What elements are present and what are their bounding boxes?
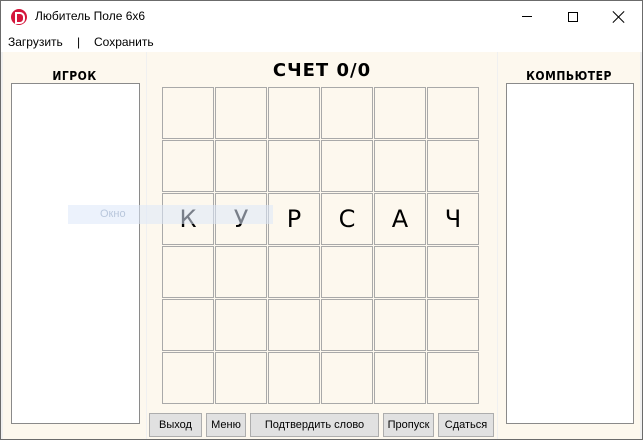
confirm-word-button[interactable]: Подтвердить слово (250, 413, 379, 437)
board-cell[interactable] (427, 299, 479, 351)
board-cell[interactable] (162, 299, 214, 351)
board-panel: СЧЕТ 0/0 КУРСАЧ Выход Меню Подтвердить с… (147, 52, 497, 439)
board-cell[interactable] (268, 246, 320, 298)
board-cell[interactable] (427, 140, 479, 192)
board-cell[interactable] (162, 246, 214, 298)
window-title: Любитель Поле 6x6 (35, 9, 146, 23)
board-cell[interactable] (427, 87, 479, 139)
board-cell[interactable] (215, 299, 267, 351)
menu-button[interactable]: Меню (206, 413, 246, 437)
ghost-window-label: Окно (68, 205, 273, 224)
computer-title: КОМПЬЮТЕР (526, 69, 612, 83)
client-area: ИГРОК СЧЕТ 0/0 КУРСАЧ Выход Меню Подтвер… (1, 52, 642, 439)
board-cell[interactable] (268, 140, 320, 192)
board-cell[interactable] (268, 87, 320, 139)
computer-panel: КОМПЬЮТЕР (498, 52, 640, 439)
board-cell[interactable] (374, 246, 426, 298)
close-button[interactable] (596, 1, 642, 32)
board-cell[interactable] (374, 87, 426, 139)
board-cell[interactable] (427, 246, 479, 298)
board-cell[interactable] (268, 299, 320, 351)
maximize-icon (568, 11, 578, 22)
give-up-button[interactable]: Сдаться (438, 413, 494, 437)
menu-save[interactable]: Сохранить (94, 35, 154, 49)
board-cell[interactable] (374, 352, 426, 404)
computer-word-list[interactable] (506, 83, 634, 424)
exit-button[interactable]: Выход (149, 413, 202, 437)
board-cell[interactable] (321, 352, 373, 404)
game-board: КУРСАЧ (162, 87, 479, 404)
title-bar[interactable]: Любитель Поле 6x6 (1, 1, 642, 32)
board-cell[interactable]: С (321, 193, 373, 245)
menu-load[interactable]: Загрузить (8, 35, 63, 49)
board-cell[interactable] (162, 352, 214, 404)
board-cell[interactable] (215, 352, 267, 404)
board-cell[interactable]: Ч (427, 193, 479, 245)
board-cell[interactable] (321, 246, 373, 298)
close-icon (613, 11, 625, 23)
action-buttons: Выход Меню Подтвердить слово Пропуск Сда… (149, 413, 495, 437)
board-cell[interactable] (215, 87, 267, 139)
skip-button[interactable]: Пропуск (383, 413, 434, 437)
app-logo-icon (11, 9, 27, 25)
menu-bar: Загрузить | Сохранить (1, 32, 642, 52)
player-word-list[interactable] (11, 83, 140, 424)
player-title: ИГРОК (52, 69, 97, 83)
board-cell[interactable]: А (374, 193, 426, 245)
board-cell[interactable] (427, 352, 479, 404)
minimize-button[interactable] (504, 1, 550, 32)
board-cell[interactable] (321, 87, 373, 139)
board-cell[interactable] (374, 299, 426, 351)
player-panel: ИГРОК (3, 52, 146, 439)
maximize-button[interactable] (550, 1, 596, 32)
menu-separator: | (77, 35, 81, 49)
board-cell[interactable] (321, 140, 373, 192)
board-cell[interactable] (321, 299, 373, 351)
minimize-icon (522, 16, 532, 17)
board-cell[interactable] (162, 140, 214, 192)
app-window: Любитель Поле 6x6 Загрузить | Сохранить … (0, 0, 643, 440)
board-cell[interactable] (215, 140, 267, 192)
board-cell[interactable] (215, 246, 267, 298)
score-label: СЧЕТ 0/0 (272, 60, 372, 81)
board-cell[interactable] (374, 140, 426, 192)
board-cell[interactable]: Р (268, 193, 320, 245)
board-cell[interactable] (268, 352, 320, 404)
board-cell[interactable] (162, 87, 214, 139)
